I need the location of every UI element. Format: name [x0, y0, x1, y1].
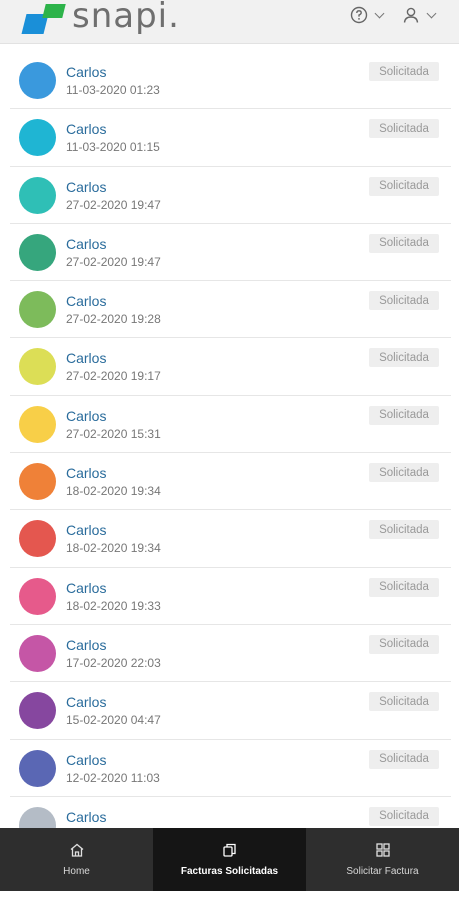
help-circle-icon	[350, 6, 368, 24]
customer-name[interactable]: Carlos	[66, 236, 106, 252]
customer-name[interactable]: Carlos	[66, 580, 106, 596]
customer-name[interactable]: Carlos	[66, 522, 106, 538]
status-badge: Solicitada	[369, 348, 439, 368]
copy-icon	[222, 843, 236, 857]
invoice-date: 18-02-2020 19:33	[66, 598, 161, 613]
invoice-row[interactable]: Carlos 12-02-2020 11:03 Solicitada	[10, 739, 451, 797]
invoice-row[interactable]: Carlos 18-02-2020 19:34 Solicitada	[10, 510, 451, 568]
app-header: snapi.	[0, 0, 459, 44]
avatar	[19, 806, 56, 828]
status-badge: Solicitada	[369, 692, 439, 712]
status-badge: Solicitada	[369, 463, 439, 483]
bottom-edge	[0, 891, 459, 900]
customer-name[interactable]: Carlos	[66, 809, 106, 825]
snapi-logo[interactable]: snapi.	[21, 0, 180, 38]
customer-name[interactable]: Carlos	[66, 465, 106, 481]
avatar	[19, 62, 56, 99]
invoice-date: 27-02-2020 19:47	[66, 197, 161, 212]
nav-facturas-solicitadas[interactable]: Facturas Solicitadas	[153, 828, 306, 891]
invoice-date: 18-02-2020 19:34	[66, 484, 161, 499]
invoice-date: 17-02-2020 22:03	[66, 655, 161, 670]
invoice-date: 27-02-2020 19:28	[66, 312, 161, 327]
customer-name[interactable]: Carlos	[66, 350, 106, 366]
avatar	[19, 348, 56, 386]
status-badge: Solicitada	[369, 577, 439, 597]
avatar	[19, 233, 56, 271]
avatar	[19, 577, 56, 615]
home-icon	[70, 843, 83, 857]
invoice-row[interactable]: Carlos 17-02-2020 22:03 Solicitada	[10, 624, 451, 683]
nav-solicitar-factura[interactable]: Solicitar Factura	[306, 828, 459, 891]
invoice-row[interactable]: Carlos 18-02-2020 19:33 Solicitada	[10, 567, 451, 625]
status-badge: Solicitada	[369, 176, 439, 196]
nav-home[interactable]: Home	[0, 828, 153, 891]
avatar	[19, 463, 56, 501]
nav-solicitar-label: Solicitar Factura	[346, 866, 419, 877]
avatar	[19, 749, 56, 787]
customer-name[interactable]: Carlos	[66, 694, 106, 710]
status-badge: Solicitada	[369, 119, 439, 139]
chevron-down-icon	[426, 8, 437, 18]
invoice-date: 12-02-2020 11:03	[66, 770, 160, 785]
status-badge: Solicitada	[369, 405, 439, 425]
avatar	[19, 405, 56, 443]
invoice-date: 11-03-2020 01:15	[66, 140, 160, 155]
invoice-row[interactable]: Carlos 27-02-2020 19:47 Solicitada	[10, 166, 451, 224]
logo-mark-icon	[21, 2, 66, 36]
invoice-row[interactable]: Carlos 27-02-2020 19:47 Solicitada	[10, 223, 451, 282]
invoice-row[interactable]: Carlos 27-02-2020 19:17 Solicitada	[10, 338, 451, 396]
invoice-date: 27-02-2020 19:17	[66, 369, 161, 384]
invoice-row[interactable]: Carlos 11-03-2020 01:23 Solicitada	[10, 52, 451, 110]
avatar	[19, 291, 56, 329]
status-badge: Solicitada	[369, 233, 439, 253]
invoice-date: 15-02-2020 04:47	[66, 713, 161, 728]
invoice-row[interactable]: Carlos 18-02-2020 19:34 Solicitada	[10, 453, 451, 511]
invoice-date: 18-02-2020 19:34	[66, 541, 161, 556]
invoice-row[interactable]: Carlos 27-02-2020 19:28 Solicitada	[10, 281, 451, 339]
customer-name[interactable]: Carlos	[66, 179, 106, 195]
customer-name[interactable]: Carlos	[66, 121, 106, 137]
brand-name: snapi.	[72, 0, 180, 36]
user-icon	[403, 7, 419, 23]
help-menu-button[interactable]	[350, 4, 385, 26]
invoice-list: Carlos 11-03-2020 01:23 Solicitada Carlos 11…	[10, 52, 451, 828]
grid-icon	[375, 843, 390, 857]
invoice-row[interactable]: Carlos 11-03-2020 01:15 Solicitada	[10, 109, 451, 167]
nav-facturas-label: Facturas Solicitadas	[180, 866, 279, 877]
status-badge: Solicitada	[369, 749, 439, 769]
status-badge: Solicitada	[369, 520, 439, 540]
status-badge: Solicitada	[369, 62, 439, 81]
chevron-down-icon	[374, 8, 385, 18]
bottom-navigation: Home Facturas Solicitadas Solicitar Fact…	[0, 828, 459, 891]
avatar	[19, 176, 56, 214]
customer-name[interactable]: Carlos	[66, 408, 106, 424]
invoice-row[interactable]: Carlos 27-02-2020 15:31 Solicitada	[10, 395, 451, 454]
customer-name[interactable]: Carlos	[66, 752, 106, 768]
avatar	[19, 692, 56, 730]
customer-name[interactable]: Carlos	[66, 293, 106, 309]
avatar	[19, 119, 56, 157]
customer-name[interactable]: Carlos	[66, 64, 106, 80]
avatar	[19, 520, 56, 558]
invoice-date: 27-02-2020 19:47	[66, 254, 161, 269]
nav-home-label: Home	[63, 866, 90, 877]
status-badge: Solicitada	[369, 291, 439, 311]
customer-name[interactable]: Carlos	[66, 637, 106, 653]
status-badge: Solicitada	[369, 806, 439, 826]
invoice-row[interactable]: Carlos Solicitada	[10, 796, 451, 828]
invoice-date: 11-03-2020 01:23	[66, 83, 160, 97]
status-badge: Solicitada	[369, 634, 439, 654]
invoice-date: 27-02-2020 15:31	[66, 426, 161, 441]
avatar	[19, 634, 56, 672]
invoice-row[interactable]: Carlos 15-02-2020 04:47 Solicitada	[10, 682, 451, 740]
user-menu-button[interactable]	[402, 4, 437, 26]
